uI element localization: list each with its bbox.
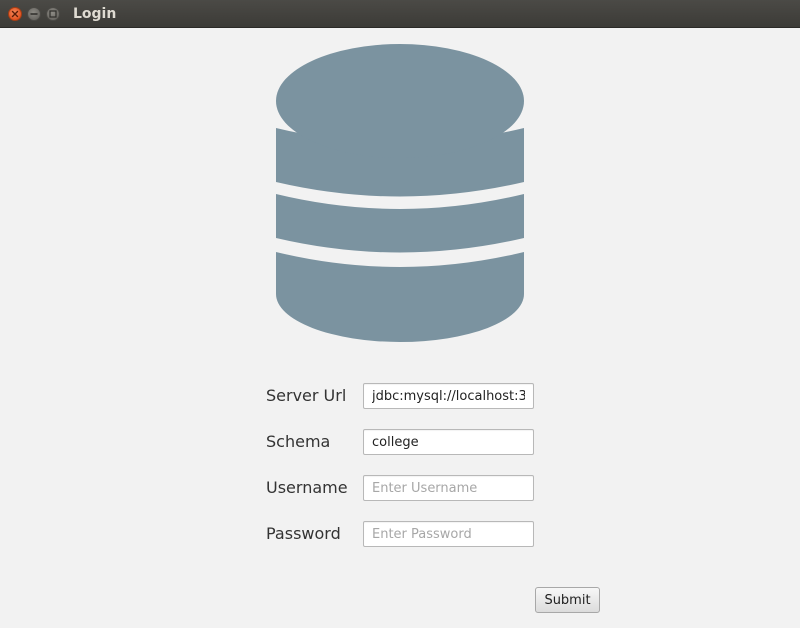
close-icon <box>11 10 19 18</box>
close-window-button[interactable] <box>8 7 22 21</box>
username-label: Username <box>266 478 348 497</box>
server-url-label: Server Url <box>266 386 347 405</box>
maximize-window-button[interactable] <box>46 7 60 21</box>
minimize-icon <box>30 13 38 15</box>
schema-label: Schema <box>266 432 331 451</box>
username-input[interactable] <box>363 475 534 501</box>
schema-input[interactable] <box>363 429 534 455</box>
title-bar: Login <box>0 0 800 28</box>
submit-button[interactable]: Submit <box>535 587 600 613</box>
minimize-window-button[interactable] <box>27 7 41 21</box>
maximize-icon <box>49 10 57 18</box>
server-url-input[interactable] <box>363 383 534 409</box>
password-input[interactable] <box>363 521 534 547</box>
database-icon <box>276 44 524 342</box>
password-label: Password <box>266 524 341 543</box>
window-title: Login <box>73 6 117 22</box>
